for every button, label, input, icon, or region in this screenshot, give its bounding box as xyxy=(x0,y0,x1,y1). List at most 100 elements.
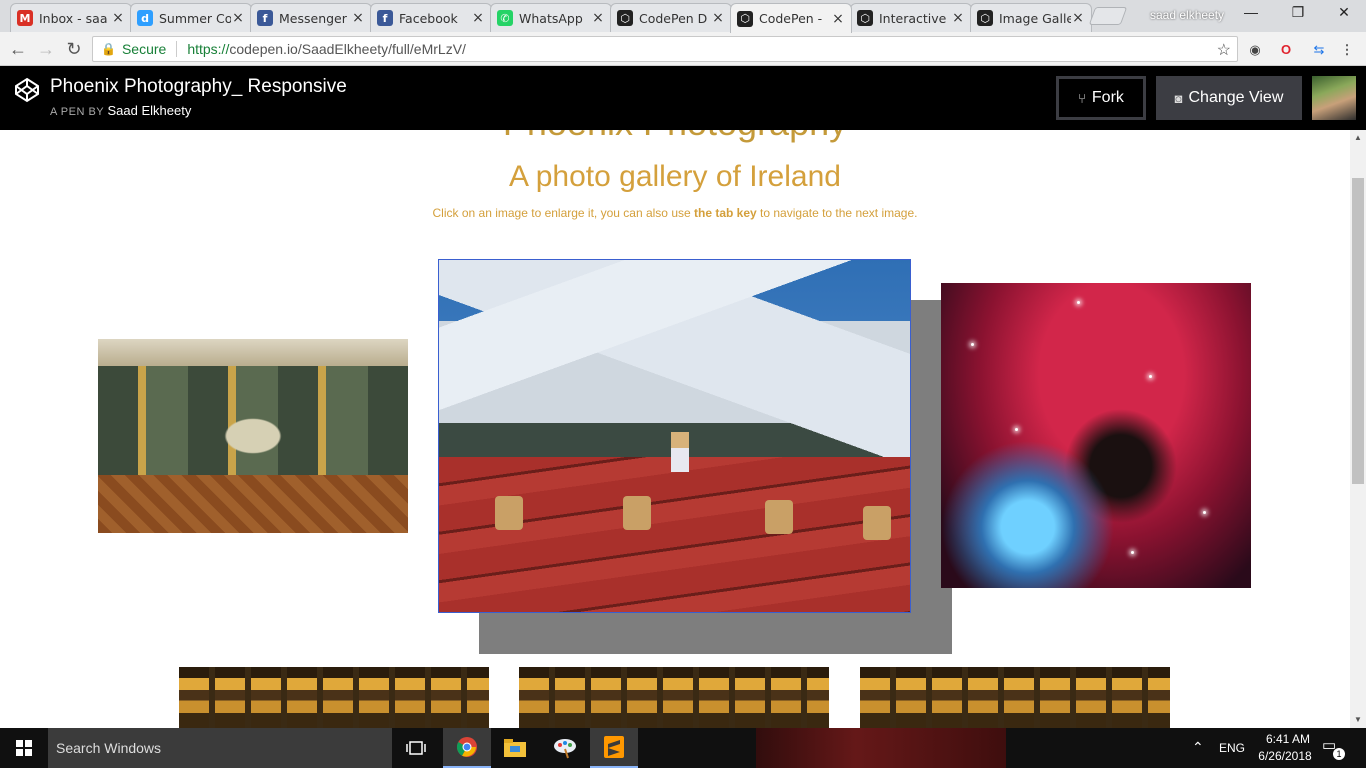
minimize-button[interactable]: — xyxy=(1236,4,1266,24)
forward-arrow-icon[interactable]: → xyxy=(34,37,58,61)
gallery-image-horsehead-nebula[interactable] xyxy=(941,283,1251,588)
close-tab-icon[interactable]: × xyxy=(231,10,245,26)
back-arrow-icon[interactable]: ← xyxy=(6,37,30,61)
browser-tab[interactable]: ✆ WhatsApp × xyxy=(490,3,612,32)
paint-icon[interactable] xyxy=(541,728,589,768)
tab-title: Interactive xyxy=(879,10,947,26)
byline-prefix: A PEN BY xyxy=(50,106,104,118)
clock-date[interactable]: 6/26/2018 xyxy=(1250,749,1320,763)
lock-icon: 🔒 xyxy=(101,42,116,56)
user-avatar[interactable] xyxy=(1312,76,1356,120)
star xyxy=(971,343,974,346)
opera-icon[interactable]: O xyxy=(1277,41,1295,59)
close-tab-icon[interactable]: × xyxy=(591,10,605,26)
porter-figure xyxy=(765,500,793,534)
taskbar-search-box[interactable]: Search Windows xyxy=(48,728,392,768)
browser-tab[interactable]: ⬡ Image Galle × xyxy=(970,3,1092,32)
facebook-icon: f xyxy=(377,10,393,26)
star xyxy=(1203,511,1206,514)
codepen-logo-icon[interactable] xyxy=(13,76,41,104)
browser-tab[interactable]: f Facebook × xyxy=(370,3,492,32)
input-language[interactable]: ENG xyxy=(1219,741,1245,755)
close-tab-icon[interactable]: × xyxy=(111,10,125,26)
tab-title: CodePen - xyxy=(759,11,823,26)
codepen-header: Phoenix Photography_ Responsive A PEN BY… xyxy=(0,66,1366,130)
browser-toolbar: ← → ↻ 🔒 Secure https://codepen.io/SaadEl… xyxy=(0,32,1366,66)
instructions-bold: the tab key xyxy=(694,206,757,220)
extension-icon[interactable]: ◉ xyxy=(1246,41,1264,59)
tab-title: Messenger xyxy=(279,10,347,26)
file-explorer-icon[interactable] xyxy=(491,728,539,768)
secure-label: Secure xyxy=(121,41,167,57)
reload-icon[interactable]: ↻ xyxy=(62,37,86,61)
disqus-icon: d xyxy=(137,10,153,26)
browser-tab[interactable]: d Summer Co × xyxy=(130,3,252,32)
browser-tab[interactable]: ⬡ Interactive × xyxy=(850,3,972,32)
page-heading: Phoenix Photography xyxy=(0,130,1350,144)
standing-figure xyxy=(671,432,689,472)
maximize-button[interactable]: ❐ xyxy=(1283,4,1313,24)
pen-byline: A PEN BY Saad Elkheety xyxy=(50,103,191,118)
star xyxy=(1149,375,1152,378)
gallery-image-ceiling-3[interactable] xyxy=(860,667,1170,728)
scroll-up-arrow-icon[interactable]: ▲ xyxy=(1350,130,1366,146)
browser-tab[interactable]: M Inbox - saa × xyxy=(10,3,132,32)
codepen-icon: ⬡ xyxy=(617,10,633,26)
tray-overflow-chevron-icon[interactable]: ⌃ xyxy=(1192,739,1204,756)
sync-icon[interactable]: ⇆ xyxy=(1310,41,1328,59)
windows-taskbar: Search Windows ⌃ ENG 6:41 AM 6/26/2018 ▭… xyxy=(0,728,1366,768)
url-scheme: https:// xyxy=(187,41,230,57)
close-tab-icon[interactable]: × xyxy=(471,10,485,26)
tab-title: Facebook xyxy=(399,10,458,26)
profile-name[interactable]: saad elkheety xyxy=(1150,8,1224,22)
bookmark-star-icon[interactable]: ☆ xyxy=(1217,40,1231,60)
gallery-image-ceiling-2[interactable] xyxy=(519,667,829,728)
address-bar[interactable]: 🔒 Secure https://codepen.io/SaadElkheety… xyxy=(92,36,1238,62)
task-view-icon[interactable] xyxy=(392,728,440,768)
tab-title: Summer Co xyxy=(159,10,231,26)
fork-icon: ⑂ xyxy=(1078,90,1086,106)
porter-figure xyxy=(623,496,651,530)
scroll-down-arrow-icon[interactable]: ▼ xyxy=(1350,712,1366,728)
close-tab-icon[interactable]: × xyxy=(351,10,365,26)
close-tab-icon[interactable]: × xyxy=(1071,10,1085,26)
clock-time[interactable]: 6:41 AM xyxy=(1256,732,1320,746)
browser-tab[interactable]: f Messenger × xyxy=(250,3,372,32)
porter-figure xyxy=(495,496,523,530)
codepen-icon: ⬡ xyxy=(857,10,873,26)
browser-tab[interactable]: ⬡ CodePen D × xyxy=(610,3,732,32)
browser-tab-strip: M Inbox - saa × d Summer Co × f Messenger × f Face… xyxy=(0,0,1366,33)
instructions-text-1: Click on an image to enlarge it, you can… xyxy=(432,206,694,220)
change-view-label: Change View xyxy=(1188,89,1284,106)
windows-start-icon[interactable] xyxy=(0,728,48,768)
pen-title: Phoenix Photography_ Responsive xyxy=(50,76,347,97)
scroll-thumb[interactable] xyxy=(1352,178,1364,484)
pen-preview: Phoenix Photography A photo gallery of I… xyxy=(0,130,1350,728)
porter-figure xyxy=(863,506,891,540)
new-tab-button[interactable] xyxy=(1088,7,1128,25)
star xyxy=(1077,301,1080,304)
chrome-icon[interactable] xyxy=(443,728,491,768)
gallery-title: A photo gallery of Ireland xyxy=(509,160,841,193)
close-tab-icon[interactable]: × xyxy=(951,10,965,26)
menu-icon[interactable]: ⋮ xyxy=(1338,41,1356,59)
gallery-image-palace-room[interactable] xyxy=(98,339,408,533)
eye-icon: ◙ xyxy=(1174,90,1183,106)
sublime-text-icon[interactable] xyxy=(590,728,638,768)
tab-title: Inbox - saa xyxy=(39,10,108,26)
browser-tab[interactable]: ⬡ CodePen - × xyxy=(730,3,852,33)
tab-title: Image Galle xyxy=(999,10,1071,26)
whatsapp-icon: ✆ xyxy=(497,10,513,26)
page-scrollbar[interactable]: ▲ ▼ xyxy=(1350,130,1366,728)
close-window-button[interactable]: ✕ xyxy=(1329,4,1359,24)
change-view-button[interactable]: ◙ Change View xyxy=(1156,76,1302,120)
pen-author-link[interactable]: Saad Elkheety xyxy=(108,103,192,118)
gallery-image-mountain-focused[interactable] xyxy=(438,259,911,613)
codepen-icon: ⬡ xyxy=(737,10,753,27)
close-tab-icon[interactable]: × xyxy=(711,10,725,26)
star xyxy=(1015,428,1018,431)
gallery-image-ceiling-1[interactable] xyxy=(179,667,489,728)
close-tab-icon[interactable]: × xyxy=(831,11,845,27)
fork-button[interactable]: ⑂ Fork xyxy=(1056,76,1146,120)
palace-floor xyxy=(98,474,408,533)
